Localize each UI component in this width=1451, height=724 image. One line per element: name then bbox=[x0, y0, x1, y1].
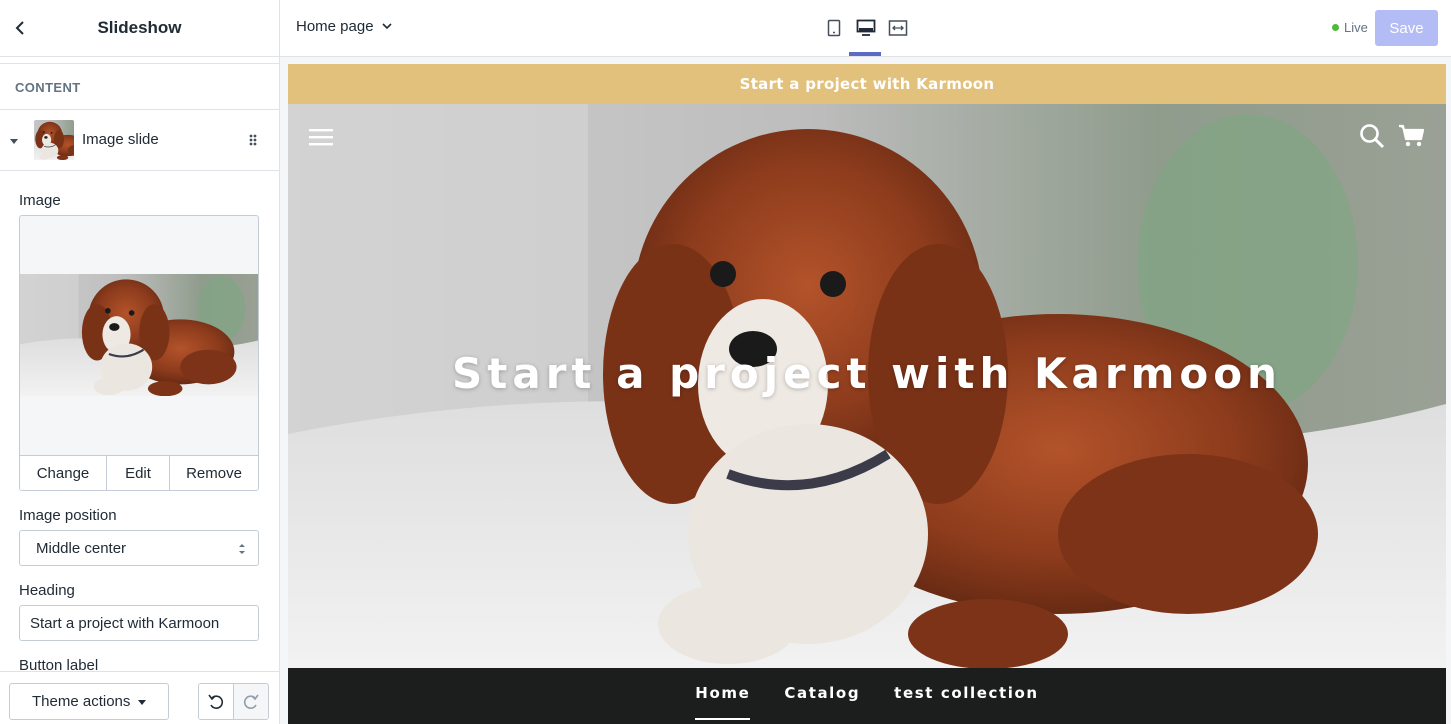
select-arrows-icon bbox=[239, 544, 245, 554]
live-status: Live bbox=[1332, 20, 1368, 35]
chevron-left-icon bbox=[15, 21, 24, 35]
section-label-content: CONTENT bbox=[0, 63, 279, 110]
edit-image-button[interactable]: Edit bbox=[107, 456, 170, 490]
save-button[interactable]: Save bbox=[1375, 10, 1438, 46]
hero-heading: Start a project with Karmoon bbox=[452, 349, 1282, 398]
image-position-label: Image position bbox=[19, 507, 117, 524]
live-label: Live bbox=[1344, 20, 1368, 35]
heading-label: Heading bbox=[19, 582, 75, 599]
sidebar-footer: Theme actions bbox=[0, 671, 279, 724]
slideshow-hero[interactable]: Start a project with Karmoon bbox=[288, 104, 1446, 668]
redo-button[interactable] bbox=[233, 684, 268, 719]
drag-handle-icon[interactable] bbox=[247, 132, 259, 148]
undo-button[interactable] bbox=[199, 684, 234, 719]
caret-down-icon bbox=[138, 700, 146, 705]
editor-topbar: Home page Live Save bbox=[280, 0, 1451, 57]
editor-sidebar: Slideshow CONTENT Image slide Image Chan… bbox=[0, 0, 280, 724]
nav-item-test-collection[interactable]: test collection bbox=[894, 668, 1039, 724]
caret-down-icon[interactable] bbox=[9, 136, 19, 146]
search-icon[interactable] bbox=[1359, 123, 1385, 149]
nav-item-catalog[interactable]: Catalog bbox=[784, 668, 860, 724]
chevron-down-icon bbox=[381, 23, 392, 30]
desktop-view-button[interactable] bbox=[855, 14, 877, 42]
fullscreen-view-button[interactable] bbox=[887, 14, 909, 42]
fullscreen-icon bbox=[888, 20, 908, 36]
history-controls bbox=[198, 683, 269, 720]
image-position-select[interactable]: Middle center bbox=[19, 530, 259, 566]
image-picker: Change Edit Remove bbox=[19, 215, 259, 491]
redo-icon bbox=[243, 694, 259, 709]
image-position-value: Middle center bbox=[36, 539, 127, 557]
desktop-icon bbox=[856, 19, 876, 36]
block-label: Image slide bbox=[82, 131, 159, 148]
page-selector[interactable]: Home page bbox=[296, 18, 392, 35]
image-actions: Change Edit Remove bbox=[20, 455, 258, 490]
change-image-button[interactable]: Change bbox=[20, 456, 107, 490]
sidebar-title: Slideshow bbox=[97, 18, 182, 37]
storefront-preview: Start a project with Karmoon Start a pro… bbox=[288, 64, 1446, 724]
nav-item-home[interactable]: Home bbox=[695, 668, 751, 724]
image-preview bbox=[20, 274, 258, 396]
sidebar-header: Slideshow bbox=[0, 0, 279, 57]
mobile-view-button[interactable] bbox=[823, 14, 845, 42]
block-image-slide[interactable]: Image slide bbox=[0, 110, 279, 171]
undo-icon bbox=[208, 694, 223, 709]
back-button[interactable] bbox=[8, 16, 32, 40]
store-navigation: Home Catalog test collection bbox=[288, 668, 1446, 724]
block-thumbnail bbox=[34, 120, 74, 160]
cart-icon[interactable] bbox=[1398, 124, 1425, 148]
heading-input[interactable] bbox=[19, 605, 259, 641]
page-selector-label: Home page bbox=[296, 18, 374, 35]
active-device-indicator bbox=[849, 52, 881, 56]
remove-image-button[interactable]: Remove bbox=[170, 456, 258, 490]
mobile-icon bbox=[827, 19, 841, 37]
device-toggle bbox=[823, 14, 909, 42]
announcement-bar[interactable]: Start a project with Karmoon bbox=[288, 64, 1446, 104]
theme-actions-label: Theme actions bbox=[32, 693, 131, 710]
image-field-label: Image bbox=[19, 192, 61, 209]
menu-icon[interactable] bbox=[309, 128, 333, 146]
live-dot-icon bbox=[1332, 24, 1339, 31]
theme-actions-button[interactable]: Theme actions bbox=[9, 683, 169, 720]
